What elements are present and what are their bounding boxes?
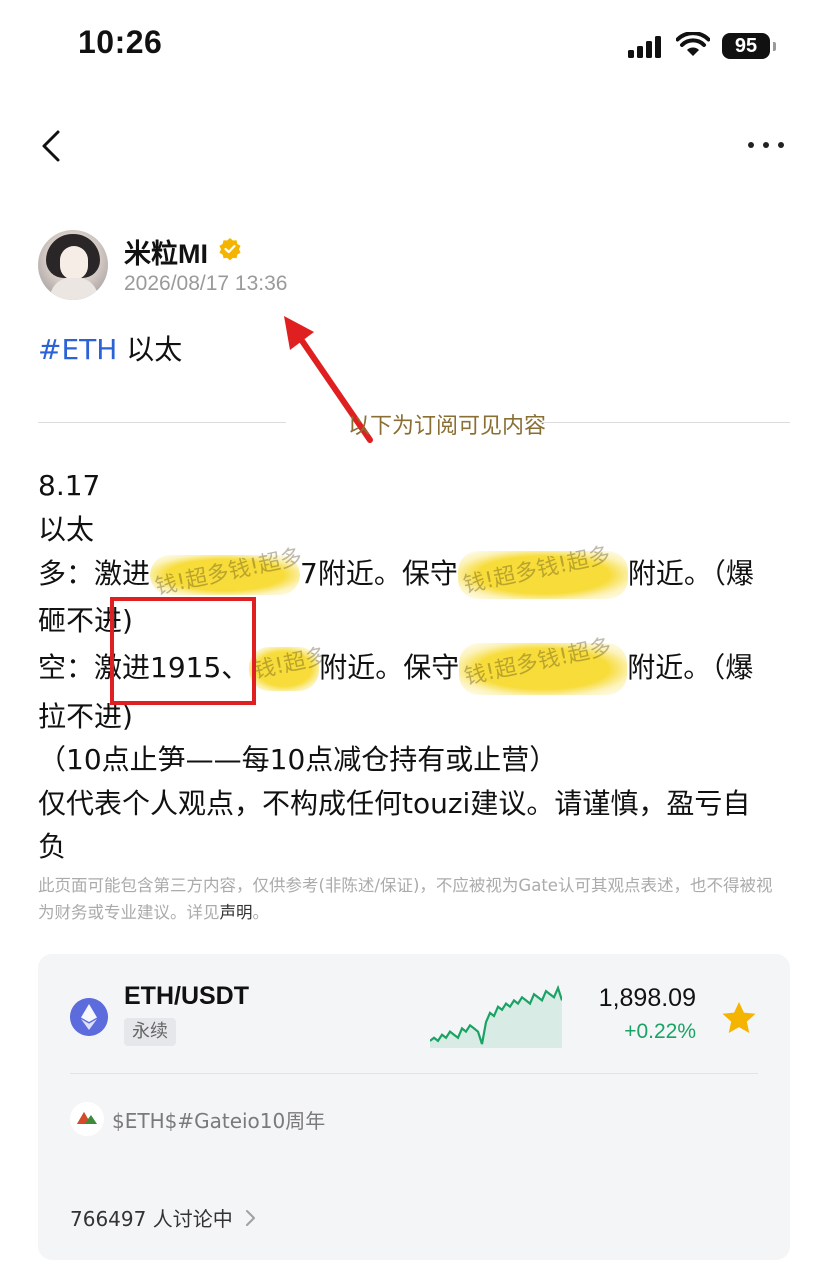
hidden-content-blur xyxy=(150,555,301,595)
author-name[interactable]: 米粒MI xyxy=(124,232,208,271)
topic-tag[interactable]: $ETH$#Gateio10周年 xyxy=(112,1105,325,1134)
post-title: #ETH 以太 xyxy=(38,328,182,368)
post-topic: 以太 xyxy=(117,333,183,366)
verified-badge-icon xyxy=(219,238,241,261)
trading-pair[interactable]: ETH/USDT xyxy=(124,982,249,1011)
opinion-line-end: 负 xyxy=(38,830,67,863)
card-divider xyxy=(70,1073,758,1074)
annotation-box xyxy=(110,597,256,705)
price-change: +0.22% xyxy=(624,1020,696,1043)
disclaimer: 此页面可能包含第三方内容，仅供参考(非陈述/保证)，不应被视为Gate认可其观点… xyxy=(38,876,773,922)
avatar[interactable] xyxy=(38,230,108,300)
post-asset: 以太 xyxy=(38,512,95,546)
opinion-line: 仅代表个人观点，不构成任何touzi建议。请谨慎，盈亏自 xyxy=(38,786,751,820)
hidden-content-blur xyxy=(459,642,628,695)
post-timestamp: 2026/08/17 13:36 xyxy=(124,272,288,295)
hidden-content-blur xyxy=(249,646,320,691)
status-bar: 10:26 95 xyxy=(0,0,828,90)
subscription-divider: 以下为订阅可见内容 xyxy=(38,405,790,439)
discussion-count[interactable]: 766497 人讨论中 xyxy=(70,1203,233,1232)
last-price: 1,898.09 xyxy=(598,984,696,1012)
favorite-star-icon[interactable] xyxy=(720,1000,758,1036)
post-date: 8.17 xyxy=(38,469,101,502)
battery-icon: 95 xyxy=(722,33,776,59)
long-line: 多：激进7附近。保守附近。（爆 xyxy=(38,551,778,599)
hashtag-link[interactable]: #ETH xyxy=(38,333,117,366)
hidden-content-blur xyxy=(457,551,628,599)
topic-logo-icon xyxy=(70,1102,104,1136)
wifi-icon xyxy=(676,32,710,56)
status-time: 10:26 xyxy=(78,24,163,60)
subscription-label: 以下为订阅可见内容 xyxy=(348,414,547,439)
stop-loss-note: （10点止笋——每10点减仓持有或止营） xyxy=(38,743,558,776)
ethereum-icon xyxy=(70,998,108,1036)
perpetual-badge: 永续 xyxy=(124,1018,176,1046)
price-sparkline xyxy=(430,984,562,1048)
back-icon[interactable] xyxy=(36,126,76,166)
cellular-signal-icon xyxy=(628,36,664,58)
chevron-right-icon[interactable] xyxy=(244,1208,258,1228)
disclaimer-link[interactable]: 声明 xyxy=(220,903,253,922)
more-options-icon[interactable] xyxy=(744,135,788,155)
